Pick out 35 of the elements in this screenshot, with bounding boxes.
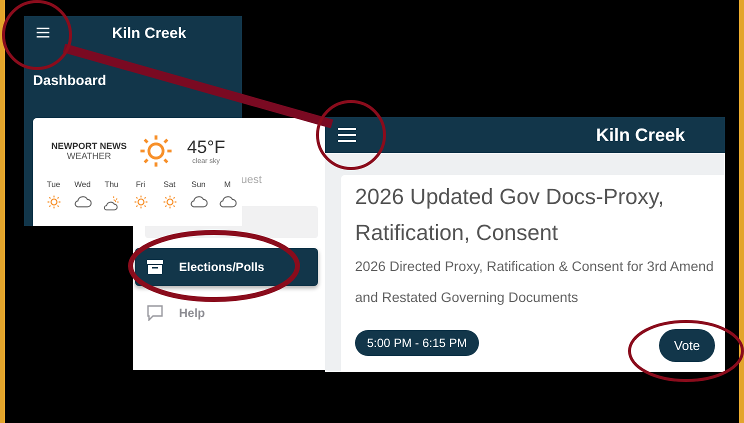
day-label: Thu bbox=[104, 180, 118, 189]
section-title: Dashboard bbox=[33, 72, 108, 88]
sun-cloud-icon bbox=[103, 195, 120, 212]
poll-title: 2026 Updated Gov Docs-Proxy, Ratification, Consent bbox=[355, 183, 665, 247]
poll-description: 2026 Directed Proxy, Ratification & Consent for 3rd Amend and Restated Governing Documents bbox=[355, 258, 715, 307]
cloud-icon bbox=[74, 195, 92, 208]
archive-box-icon bbox=[147, 260, 163, 274]
day-label: M bbox=[224, 180, 231, 189]
sun-icon bbox=[139, 134, 173, 168]
chat-bubble-icon bbox=[147, 305, 163, 321]
day-label: Wed bbox=[74, 180, 91, 189]
day-label: Sun bbox=[191, 180, 206, 189]
day-label: Tue bbox=[46, 180, 60, 189]
cloud-icon bbox=[218, 195, 236, 208]
weather-label: WEATHER bbox=[66, 151, 112, 161]
app-title: Kiln Creek bbox=[112, 24, 186, 42]
app-title: Kiln Creek bbox=[596, 124, 685, 146]
menu-item-label: Elections/Polls bbox=[179, 260, 264, 274]
sun-icon bbox=[162, 195, 176, 209]
city-name: NEWPORT NEWS bbox=[51, 141, 127, 151]
menu-item[interactable]: Elections/Polls bbox=[135, 248, 318, 286]
user-label: uest bbox=[241, 174, 263, 186]
menu-item-label: Help bbox=[179, 306, 206, 320]
sun-icon bbox=[134, 195, 148, 209]
day-label: Fri bbox=[136, 180, 146, 189]
temperature: 45°F bbox=[187, 137, 226, 158]
time-badge: 5:00 PM - 6:15 PM bbox=[355, 330, 480, 356]
menu-icon[interactable] bbox=[337, 127, 357, 143]
menu-icon[interactable] bbox=[36, 27, 50, 39]
vote-button[interactable]: Vote bbox=[658, 329, 715, 362]
cloud-icon bbox=[190, 195, 208, 208]
day-label: Sat bbox=[163, 180, 176, 189]
highlight-circle bbox=[316, 100, 386, 170]
highlight-circle bbox=[2, 0, 72, 70]
sun-icon bbox=[46, 195, 60, 209]
